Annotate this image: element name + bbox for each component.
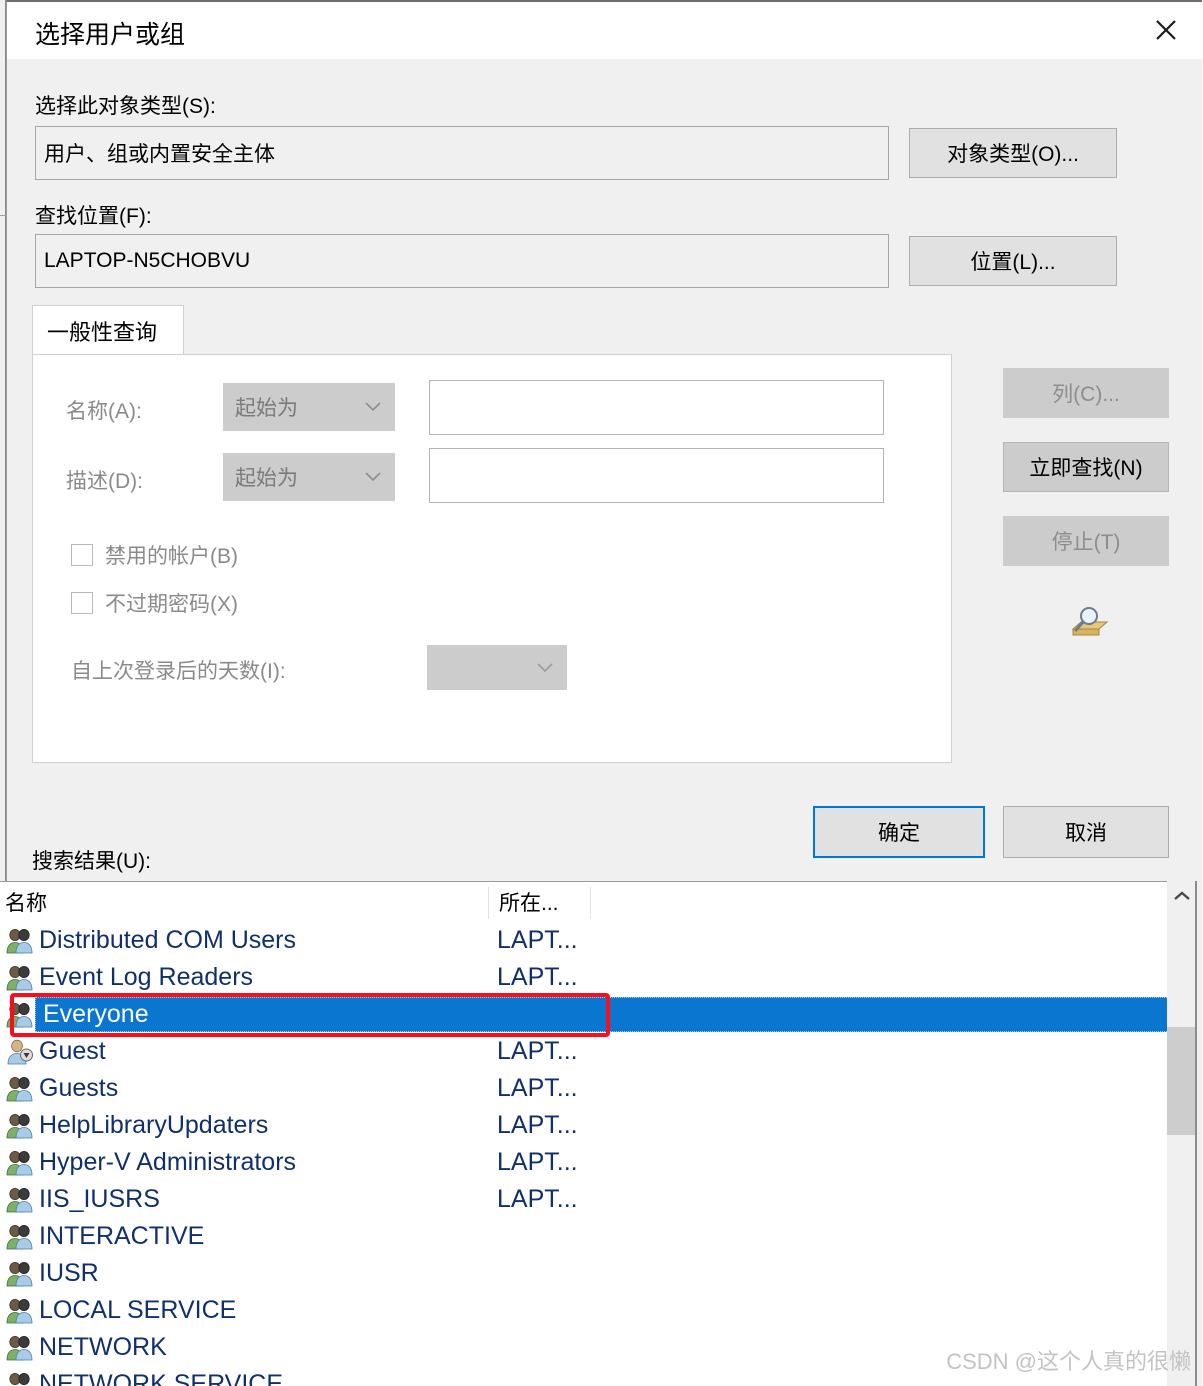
- column-header-name[interactable]: 名称: [0, 882, 488, 922]
- row-name: Hyper-V Administrators: [39, 1148, 297, 1176]
- row-name: Guests: [39, 1074, 119, 1102]
- magnifier-folder-icon: [1067, 602, 1111, 642]
- row-name: Everyone: [43, 1000, 149, 1028]
- user-disabled-icon: [5, 1039, 35, 1065]
- users-icon: [5, 965, 35, 991]
- row-name: IIS_IUSRS: [39, 1185, 160, 1213]
- row-name: HelpLibraryUpdaters: [39, 1111, 269, 1139]
- users-icon: [5, 1261, 35, 1287]
- table-row[interactable]: IUSR: [0, 1255, 1197, 1292]
- row-location: LAPT...: [497, 963, 578, 991]
- object-types-button[interactable]: 对象类型(O)...: [909, 128, 1117, 178]
- table-row[interactable]: Hyper-V Administrators LAPT...: [0, 1144, 1197, 1181]
- row-location: LAPT...: [497, 926, 578, 954]
- location-value[interactable]: LAPTOP-N5CHOBVU: [35, 234, 889, 288]
- checkbox-box: [71, 592, 93, 614]
- table-row[interactable]: NETWORK: [0, 1329, 1197, 1366]
- table-row[interactable]: LOCAL SERVICE: [0, 1292, 1197, 1329]
- table-row[interactable]: Everyone: [0, 996, 1197, 1033]
- query-name-input[interactable]: [429, 380, 884, 435]
- object-type-label: 选择此对象类型(S):: [35, 95, 216, 118]
- chevron-down-icon: [537, 662, 553, 672]
- find-now-button[interactable]: 立即查找(N): [1003, 442, 1169, 492]
- column-header-location[interactable]: 所在...: [489, 882, 590, 922]
- row-location: LAPT...: [497, 1148, 578, 1176]
- window-title: 选择用户或组: [35, 21, 186, 49]
- list-rows: Distributed COM Users LAPT... Event Log Re…: [0, 922, 1197, 1386]
- row-name: Event Log Readers: [39, 963, 254, 991]
- location-label: 查找位置(F):: [35, 205, 152, 228]
- days-since-logon-combo[interactable]: [427, 645, 567, 690]
- query-description-operator-value: 起始为: [235, 467, 298, 490]
- row-name: LOCAL SERVICE: [39, 1296, 237, 1324]
- table-row[interactable]: NETWORK SERVICE: [0, 1366, 1197, 1386]
- users-icon: [5, 1150, 35, 1176]
- table-row[interactable]: Distributed COM Users LAPT...: [0, 922, 1197, 959]
- users-icon: [5, 928, 35, 954]
- row-name: NETWORK: [39, 1333, 167, 1361]
- non-expiring-password-checkbox[interactable]: 不过期密码(X): [71, 588, 238, 618]
- row-name: Distributed COM Users: [39, 926, 296, 954]
- stop-button[interactable]: 停止(T): [1003, 516, 1169, 566]
- users-icon: [5, 1372, 35, 1386]
- close-icon[interactable]: [1130, 2, 1202, 58]
- column-divider[interactable]: [590, 887, 591, 919]
- disabled-accounts-checkbox[interactable]: 禁用的帐户(B): [71, 540, 238, 570]
- table-row[interactable]: IIS_IUSRS LAPT...: [0, 1181, 1197, 1218]
- users-icon: [5, 1298, 35, 1324]
- tab-general-query[interactable]: 一般性查询: [32, 305, 184, 355]
- search-results-list: 名称 所在... Distributed COM Users LAPT... Eve…: [0, 881, 1197, 1386]
- query-panel: 名称(A): 起始为 描述(D): 起始为 禁用的帐户(B) 不过期密码(X) …: [32, 354, 952, 763]
- row-location: LAPT...: [497, 1111, 578, 1139]
- table-row[interactable]: Event Log Readers LAPT...: [0, 959, 1197, 996]
- tab-label: 一般性查询: [47, 319, 158, 345]
- query-description-input[interactable]: [429, 448, 884, 503]
- ok-button[interactable]: 确定: [813, 806, 985, 858]
- query-description-operator[interactable]: 起始为: [223, 453, 395, 501]
- checkbox-box: [71, 544, 93, 566]
- table-row[interactable]: Guest LAPT...: [0, 1033, 1197, 1070]
- row-name: IUSR: [39, 1259, 99, 1287]
- scroll-up-icon[interactable]: [1167, 881, 1197, 911]
- results-scrollbar[interactable]: [1167, 881, 1197, 1386]
- users-icon: [5, 1335, 35, 1361]
- row-location: LAPT...: [497, 1185, 578, 1213]
- object-type-value[interactable]: 用户、组或内置安全主体: [35, 126, 889, 180]
- cancel-button[interactable]: 取消: [1003, 806, 1169, 858]
- row-location: LAPT...: [497, 1074, 578, 1102]
- users-icon: [5, 1076, 35, 1102]
- row-name: NETWORK SERVICE: [39, 1370, 284, 1386]
- row-name: INTERACTIVE: [39, 1222, 205, 1250]
- days-since-logon-label: 自上次登录后的天数(I):: [71, 660, 286, 683]
- users-icon: [5, 1187, 35, 1213]
- tab-strip: 一般性查询: [32, 305, 952, 355]
- users-icon: [5, 1113, 35, 1139]
- row-selection-highlight: [35, 997, 1185, 1032]
- title-bar: 选择用户或组: [7, 2, 1202, 59]
- table-row[interactable]: HelpLibraryUpdaters LAPT...: [0, 1107, 1197, 1144]
- query-description-label: 描述(D):: [66, 470, 143, 493]
- scrollbar-edge: [1195, 881, 1197, 1386]
- list-column-headers: 名称 所在...: [0, 882, 1197, 922]
- row-location: LAPT...: [497, 1037, 578, 1065]
- disabled-accounts-label: 禁用的帐户(B): [105, 545, 238, 568]
- chevron-down-icon: [365, 402, 381, 412]
- locations-button[interactable]: 位置(L)...: [909, 236, 1117, 286]
- query-name-operator-value: 起始为: [235, 397, 298, 420]
- users-icon: [5, 1224, 35, 1250]
- table-row[interactable]: INTERACTIVE: [0, 1218, 1197, 1255]
- scrollbar-thumb[interactable]: [1167, 1027, 1197, 1135]
- row-name: Guest: [39, 1037, 106, 1065]
- query-name-operator[interactable]: 起始为: [223, 383, 395, 431]
- query-name-label: 名称(A):: [66, 400, 142, 423]
- non-expiring-password-label: 不过期密码(X): [105, 593, 238, 616]
- columns-button[interactable]: 列(C)...: [1003, 368, 1169, 418]
- search-results-label: 搜索结果(U):: [32, 850, 151, 873]
- chevron-down-icon: [365, 472, 381, 482]
- users-icon: [5, 1002, 35, 1028]
- table-row[interactable]: Guests LAPT...: [0, 1070, 1197, 1107]
